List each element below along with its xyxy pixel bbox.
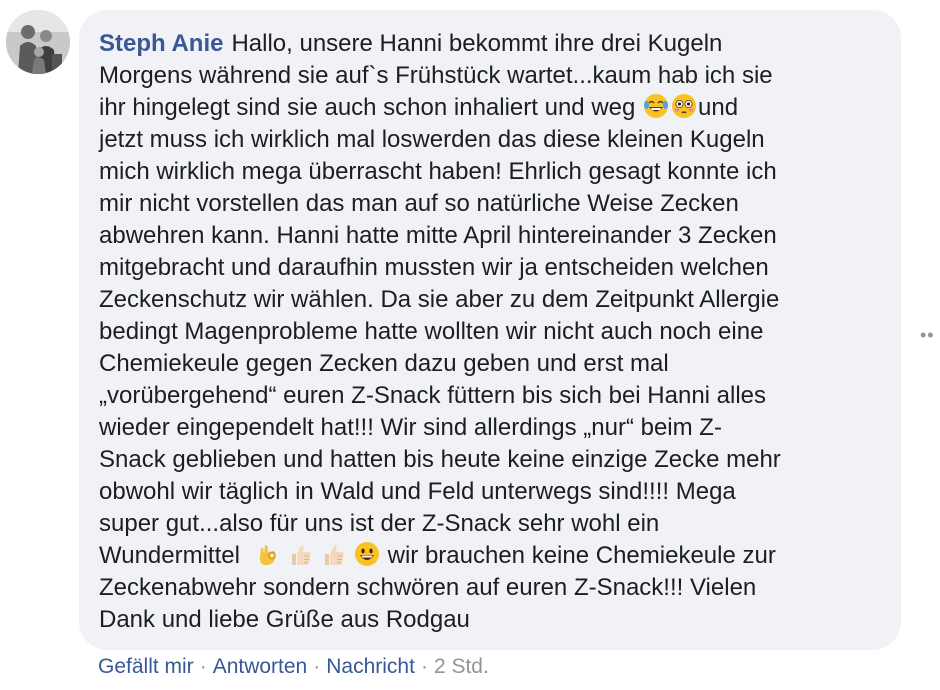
comment-line: Morgens während sie auf`s Frühstück wart… <box>99 62 773 89</box>
separator: · <box>199 655 207 678</box>
comment-line: mir nicht vorstellen das man auf so natü… <box>99 190 739 217</box>
thumbs-up-icon <box>324 545 344 565</box>
comment-text: Steph Anie Hallo, unsere Hanni bekommt ih… <box>99 28 877 636</box>
comment-line: jetzt muss ich wirklich mal loswerden da… <box>99 126 765 153</box>
comment-line-text: wir brauchen keine Chemiekeule zur <box>387 542 776 569</box>
timestamp[interactable]: 2 Std. <box>434 655 489 678</box>
comment-line-text: Wundermittel <box>99 542 240 569</box>
separator: · <box>313 655 321 678</box>
ok-hand-icon <box>259 545 276 565</box>
comment-line-text: Hallo, unsere Hanni bekommt ihre drei Ku… <box>231 30 723 57</box>
comment-line: Wundermittel wir brauchen keine Chemieke <box>99 540 877 572</box>
comment-bubble: Steph Anie Hallo, unsere Hanni bekommt ih… <box>79 10 901 650</box>
comment-actions: Gefällt mir · Antworten · Nachricht · 2 Std. <box>98 653 489 681</box>
author-name[interactable]: Steph Anie <box>99 30 223 57</box>
comment-line: Zeckenschutz wir wählen. Da sie aber zu … <box>99 286 780 313</box>
comment-line: „vorübergehend“ euren Z-Snack füttern bi… <box>99 382 767 409</box>
comment-line: mich wirklich mega überrascht haben! Ehr… <box>99 158 777 185</box>
flushed-face-icon <box>672 94 697 118</box>
profile-photo <box>6 10 70 74</box>
separator: · <box>420 655 428 678</box>
reply-link[interactable]: Antworten <box>213 655 308 678</box>
comment-line: Chemiekeule gegen Zecken dazu geben und … <box>99 350 669 377</box>
comment-line: super gut...also für uns ist der Z-Snack… <box>99 510 660 537</box>
thumbs-up-icon <box>291 545 311 565</box>
comment-line: Zeckenabwehr sondern schwören auf euren … <box>99 574 757 601</box>
comment-line: obwohl wir täglich in Wald und Feld unte… <box>99 478 736 505</box>
avatar[interactable] <box>6 10 70 74</box>
face-with-tears-of-joy-icon <box>644 94 669 118</box>
comment-line: abwehren kann. Hanni hatte mitte April h… <box>99 222 777 249</box>
comment-line: mitgebracht und daraufhin mussten wir ja… <box>99 254 769 281</box>
comment-line: Dank und liebe Grüße aus Rodgau <box>99 606 470 633</box>
comment-line-text: ihr hingelegt sind sie auch schon inhali… <box>99 94 636 121</box>
comment-line-text: und <box>698 94 739 121</box>
comment-line: bedingt Magenprobleme hatte wollten wir … <box>99 318 764 345</box>
comment-line: Steph Anie Hallo, unsere Hanni bekommt ih… <box>99 28 877 60</box>
like-link[interactable]: Gefällt mir <box>98 655 194 678</box>
message-link[interactable]: Nachricht <box>326 655 415 678</box>
comment-line: Snack geblieben und hatten bis heute kei… <box>99 446 781 473</box>
more-options-icon[interactable]: •• <box>920 325 935 346</box>
comment-line: ihr hingelegt sind sie auch schon inhali… <box>99 92 877 124</box>
grinning-face-icon <box>354 542 379 566</box>
comment-line: wieder eingependelt hat!!! Wir sind alle… <box>99 414 722 441</box>
